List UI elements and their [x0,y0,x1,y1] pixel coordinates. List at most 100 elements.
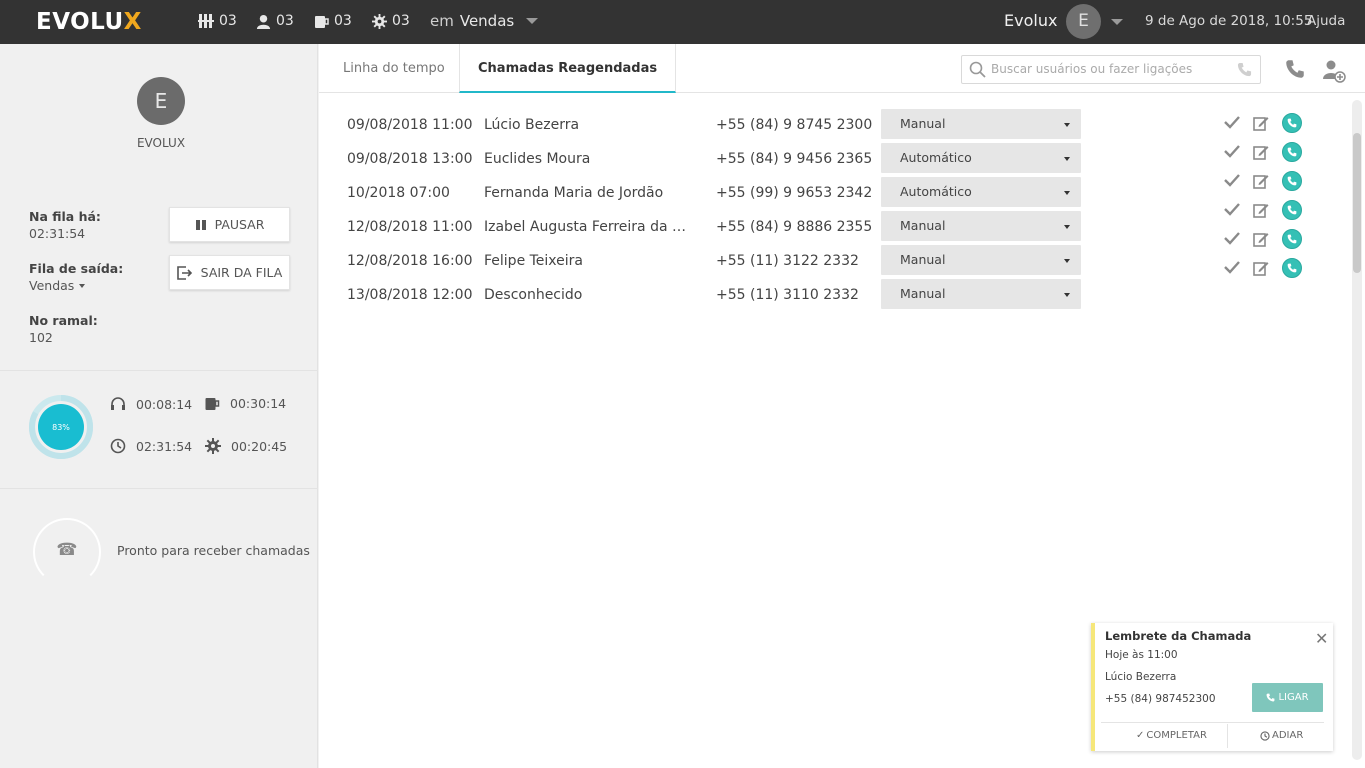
call-button[interactable] [1282,258,1302,278]
divider [0,370,318,371]
top-bar: EVOLUX 03 03 03 03 em Vendas Evolux E 9 … [0,0,1365,44]
phone-icon: ☎ [56,540,78,560]
edit-icon[interactable] [1253,260,1269,276]
edit-icon[interactable] [1253,173,1269,189]
table-row: 09/08/2018 11:00 Lúcio Bezerra +55 (84) 9 … [319,109,1349,143]
call-now-button[interactable]: LIGAR [1252,683,1323,712]
user-menu-chevron-icon[interactable] [1111,19,1123,25]
divider [1227,724,1228,748]
edit-icon[interactable] [1253,202,1269,218]
call-button[interactable] [1282,142,1302,162]
check-icon[interactable] [1224,231,1240,245]
pause-count[interactable]: 03 [315,13,352,29]
coffee-icon [315,15,329,28]
close-icon[interactable]: ✕ [1315,629,1328,648]
row-mode-select[interactable]: Manual [881,245,1081,275]
user-avatar[interactable]: E [1066,4,1101,39]
pause-timer: 00:30:14 [205,396,286,411]
queue-icon [198,14,214,28]
row-contact-name: Desconhecido [484,287,583,303]
evolux-logo[interactable]: EVOLUX [36,9,142,35]
row-date: 12/08/2018 16:00 [347,253,473,269]
row-mode-select[interactable]: Automático [881,177,1081,207]
chevron-down-icon [526,18,539,24]
reminder-time: Hoje às 11:00 [1105,649,1178,661]
row-date: 12/08/2018 11:00 [347,219,473,235]
occupancy-donut: 83% [29,395,93,459]
call-button[interactable] [1282,200,1302,220]
row-contact-name: Fernanda Maria de Jordão [484,185,664,201]
table-row: 09/08/2018 13:00 Euclides Moura +55 (84) 9… [319,143,1349,177]
call-button[interactable] [1282,229,1302,249]
coffee-icon [205,398,220,410]
check-icon[interactable] [1224,173,1240,187]
row-phone: +55 (11) 3122 2332 [716,253,859,269]
add-user-icon[interactable] [1322,59,1346,83]
tab-bar: Linha do tempo Chamadas Reagendadas Busc… [319,44,1365,93]
check-icon[interactable] [1224,202,1240,216]
dial-phone-icon[interactable] [1285,59,1305,79]
row-date: 13/08/2018 12:00 [347,287,473,303]
clock-icon [110,438,126,454]
row-mode-select[interactable]: Automático [881,143,1081,173]
row-mode-select[interactable]: Manual [881,211,1081,241]
check-icon[interactable] [1224,260,1240,274]
agent-avatar: E [137,77,185,125]
edit-icon[interactable] [1253,144,1269,160]
row-contact-name: Euclides Moura [484,151,591,167]
extension-value: 102 [29,330,53,345]
pause-button[interactable]: PAUSAR [169,207,290,242]
queue-selector[interactable]: em Vendas [430,12,539,30]
tab-rescheduled-calls[interactable]: Chamadas Reagendadas [459,44,677,93]
call-button[interactable] [1282,113,1302,133]
search-input[interactable]: Buscar usuários ou fazer ligações [961,55,1261,84]
row-phone: +55 (84) 9 8886 2355 [716,219,873,235]
edit-icon[interactable] [1253,115,1269,131]
help-link[interactable]: Ajuda [1307,13,1345,29]
check-icon[interactable] [1224,115,1240,129]
leave-queue-button[interactable]: SAIR DA FILA [169,255,290,290]
scrollbar[interactable] [1352,100,1362,760]
agent-name: EVOLUX [136,136,186,150]
scrollbar-thumb[interactable] [1353,133,1361,273]
extension-label: No ramal: [29,313,98,328]
headset-icon [111,397,125,410]
row-date: 09/08/2018 11:00 [347,117,473,133]
settings-count[interactable]: 03 [372,13,410,29]
dropdown-caret-icon [1064,259,1070,263]
users-count[interactable]: 03 [256,13,294,29]
edit-icon[interactable] [1253,231,1269,247]
search-icon [969,61,986,78]
phone-icon [1287,176,1297,186]
row-mode-select[interactable]: Manual [881,279,1081,309]
exit-queue-select[interactable]: Vendas [29,278,86,293]
call-button[interactable] [1282,171,1302,191]
exit-icon [176,265,192,280]
reminder-contact-name: Lúcio Bezerra [1105,671,1177,683]
chevron-down-icon [79,283,86,288]
current-datetime: 9 de Ago de 2018, 10:55 [1145,13,1313,29]
row-mode-select[interactable]: Manual [881,109,1081,139]
dropdown-caret-icon [1064,123,1070,127]
call-reminder-card: Lembrete da Chamada ✕ Hoje às 11:00 Lúci… [1091,623,1333,751]
row-actions [1223,171,1303,197]
row-contact-name: Lúcio Bezerra [484,117,580,133]
dropdown-caret-icon [1064,225,1070,229]
row-phone: +55 (84) 9 8745 2300 [716,117,873,133]
postpone-button[interactable]: ADIAR [1260,730,1303,741]
agent-status-indicator: ☎ [33,518,101,586]
pause-icon [195,219,206,230]
phone-icon [1267,693,1275,702]
talk-timer: 00:08:14 [110,396,192,412]
user-name[interactable]: Evolux [1004,11,1057,30]
row-actions [1223,142,1303,168]
dropdown-caret-icon [1064,293,1070,297]
queue-time-label: Na fila há: [29,209,101,224]
tab-timeline[interactable]: Linha do tempo [325,44,463,93]
phone-icon[interactable] [1237,62,1252,77]
complete-button[interactable]: ✓ COMPLETAR [1136,730,1207,741]
queue-count[interactable]: 03 [198,13,237,29]
table-row: 10/2018 07:00 Fernanda Maria de Jordão +55… [319,177,1349,211]
check-icon[interactable] [1224,144,1240,158]
agent-status-text: Pronto para receber chamadas [117,543,310,558]
